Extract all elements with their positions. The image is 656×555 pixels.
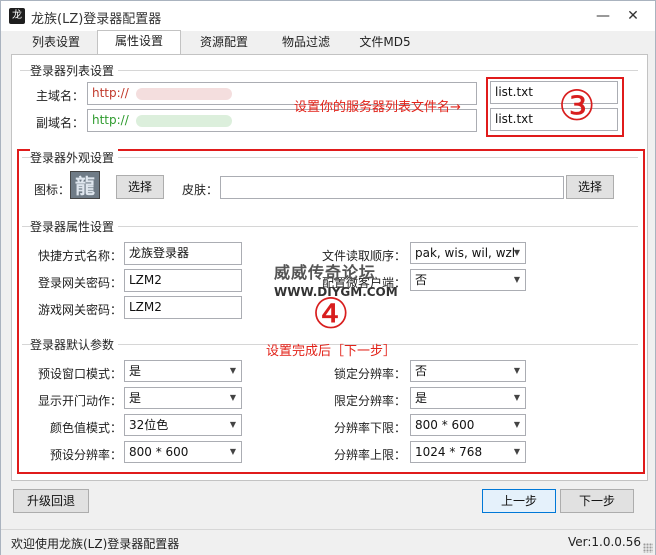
step-three-marker: ③	[558, 81, 596, 130]
preset-resolution-value: 800 * 600	[129, 445, 189, 459]
resolution-min-select[interactable]: 800 * 600 ▼	[410, 414, 526, 436]
property-settings-panel: 登录器列表设置 主域名： http:// 副域名： http:// 设置你的服务…	[11, 54, 648, 481]
resolution-max-label: 分辨率上限：	[333, 448, 406, 462]
previous-step-button[interactable]: 上一步	[482, 489, 556, 513]
chevron-down-icon: ▼	[229, 366, 236, 375]
close-button[interactable]: ✕	[619, 6, 647, 26]
version-label: Ver:1.0.0.56	[567, 535, 641, 549]
icon-label: 图标：	[34, 183, 71, 197]
color-mode-select[interactable]: 32位色 ▼	[124, 414, 242, 436]
show-door-animation-label: 显示开门动作：	[37, 394, 122, 408]
next-step-annotation: 设置完成后［下一步］	[266, 344, 397, 359]
file-read-order-value: pak, wis, wil, wzl	[415, 246, 516, 260]
tab-list-settings[interactable]: 列表设置	[23, 32, 89, 54]
chevron-down-icon: ▼	[229, 420, 236, 429]
configurator-window: 龙 龙族(LZ)登录器配置器 — ✕ 列表设置 属性设置 资源配置 物品过滤 文…	[0, 0, 656, 555]
list-file-annotation: 设置你的服务器列表文件名→	[294, 100, 461, 115]
preset-resolution-label: 预设分辨率：	[49, 448, 122, 462]
limit-resolution-label: 限定分辨率：	[333, 394, 406, 408]
step-four-marker: ④	[312, 289, 350, 338]
redacted-main-domain	[136, 88, 232, 100]
resolution-min-label: 分辨率下限：	[333, 421, 406, 435]
alt-domain-label: 副域名：	[36, 116, 85, 130]
defaults-group-title: 登录器默认参数	[30, 336, 119, 353]
color-mode-label: 颜色值模式：	[49, 421, 122, 435]
tab-file-md5[interactable]: 文件MD5	[349, 32, 421, 54]
file-read-order-select[interactable]: pak, wis, wil, wzl ▼	[410, 242, 526, 264]
appearance-group-title: 登录器外观设置	[30, 149, 119, 166]
login-gateway-password-input[interactable]: LZM2	[124, 269, 242, 292]
main-domain-label: 主域名：	[36, 89, 85, 103]
tab-resource-config[interactable]: 资源配置	[191, 32, 257, 54]
preset-window-mode-label: 预设窗口模式：	[37, 367, 122, 381]
redacted-alt-domain	[136, 115, 232, 127]
lock-resolution-value: 否	[415, 364, 428, 378]
chevron-down-icon: ▼	[513, 366, 520, 375]
launcher-icon-preview: 龍	[70, 171, 100, 199]
show-door-animation-select[interactable]: 是 ▼	[124, 387, 242, 409]
resolution-max-select[interactable]: 1024 * 768 ▼	[410, 441, 526, 463]
main-domain-prefix: http://	[92, 86, 129, 100]
chevron-down-icon: ▼	[513, 447, 520, 456]
minimize-button[interactable]: —	[589, 6, 617, 26]
app-logo-icon: 龙	[9, 8, 25, 24]
skin-label: 皮肤：	[182, 183, 219, 197]
next-step-button[interactable]: 下一步	[560, 489, 634, 513]
resize-grip-icon[interactable]	[643, 543, 653, 553]
window-title: 龙族(LZ)登录器配置器	[31, 12, 162, 27]
main-list-file-input[interactable]: list.txt	[490, 81, 618, 104]
preset-window-mode-select[interactable]: 是 ▼	[124, 360, 242, 382]
shortcut-name-input[interactable]: 龙族登录器	[124, 242, 242, 265]
resolution-min-value: 800 * 600	[415, 418, 475, 432]
status-bar: 欢迎使用龙族(LZ)登录器配置器 Ver:1.0.0.56	[1, 529, 655, 555]
properties-group-title: 登录器属性设置	[30, 218, 119, 235]
preset-resolution-select[interactable]: 800 * 600 ▼	[124, 441, 242, 463]
server-list-group-title: 登录器列表设置	[30, 62, 119, 79]
chevron-down-icon: ▼	[229, 447, 236, 456]
micro-client-select[interactable]: 否 ▼	[410, 269, 526, 291]
resolution-max-value: 1024 * 768	[415, 445, 483, 459]
title-bar: 龙 龙族(LZ)登录器配置器 — ✕	[1, 1, 655, 31]
alt-domain-prefix: http://	[92, 113, 129, 127]
chevron-down-icon: ▼	[513, 275, 520, 284]
chevron-down-icon: ▼	[513, 248, 520, 257]
micro-client-value: 否	[415, 273, 428, 287]
preset-window-mode-value: 是	[129, 364, 142, 378]
alt-list-file-input[interactable]: list.txt	[490, 108, 618, 131]
limit-resolution-value: 是	[415, 391, 428, 405]
lock-resolution-label: 锁定分辨率：	[333, 367, 406, 381]
skin-input[interactable]	[220, 176, 564, 199]
limit-resolution-select[interactable]: 是 ▼	[410, 387, 526, 409]
game-gateway-password-input[interactable]: LZM2	[124, 296, 242, 319]
status-welcome-text: 欢迎使用龙族(LZ)登录器配置器	[11, 537, 180, 551]
lock-resolution-select[interactable]: 否 ▼	[410, 360, 526, 382]
login-gateway-password-label: 登录网关密码：	[37, 276, 122, 290]
upgrade-rollback-button[interactable]: 升级回退	[13, 489, 89, 513]
skin-select-button[interactable]: 选择	[566, 175, 614, 199]
game-gateway-password-label: 游戏网关密码：	[37, 303, 122, 317]
shortcut-name-label: 快捷方式名称：	[37, 249, 122, 263]
show-door-animation-value: 是	[129, 391, 142, 405]
chevron-down-icon: ▼	[229, 393, 236, 402]
chevron-down-icon: ▼	[513, 393, 520, 402]
tab-item-filter[interactable]: 物品过滤	[273, 32, 339, 54]
color-mode-value: 32位色	[129, 418, 169, 432]
watermark-title: 威威传奇论坛	[274, 263, 377, 282]
chevron-down-icon: ▼	[513, 420, 520, 429]
icon-select-button[interactable]: 选择	[116, 175, 164, 199]
tab-property-settings[interactable]: 属性设置	[97, 30, 181, 55]
tab-strip: 列表设置 属性设置 资源配置 物品过滤 文件MD5	[11, 30, 647, 55]
